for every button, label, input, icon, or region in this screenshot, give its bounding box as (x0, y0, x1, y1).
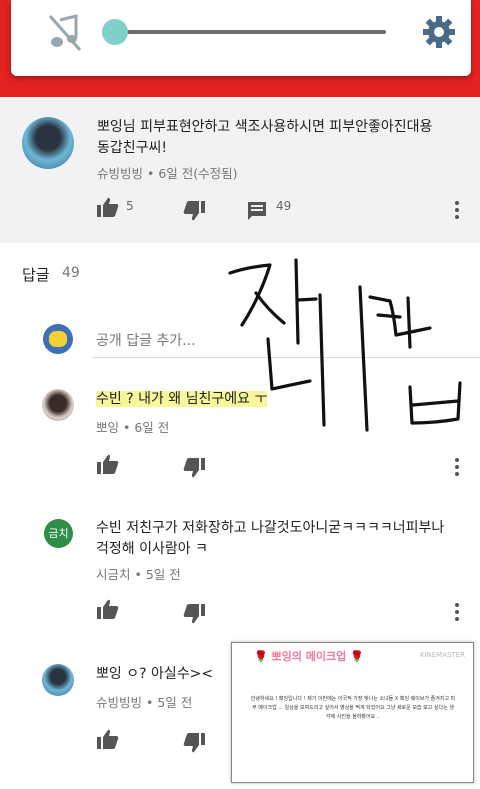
reply-meta: 슈빙빙빙 • 5일 전 (96, 695, 193, 710)
reply-time: 5일 전 (145, 567, 181, 582)
reply-text-line2: 걱정해 이사람아 ㅋ (96, 541, 208, 557)
thumbs-down-icon[interactable] (183, 604, 205, 624)
video-thumbnail[interactable]: 🌹 뽀잉의 메이크업 🌹 KINEMASTER 안녕하세요 ! 뽀잉입니다 ! … (231, 642, 474, 783)
volume-panel (11, 0, 471, 76)
reply-count: 49 (276, 199, 292, 213)
more-options-icon[interactable] (454, 201, 460, 222)
my-avatar (43, 324, 73, 354)
reply-meta: 시금치 • 5일 전 (96, 567, 181, 582)
avatar[interactable] (22, 117, 74, 169)
more-options-icon[interactable] (454, 458, 460, 479)
thumbnail-title: 🌹 뽀잉의 메이크업 🌹 (254, 650, 364, 663)
like-count: 5 (126, 199, 134, 213)
comment-meta: 슈빙빙빙 • 6일 전(수정됨) (97, 166, 238, 181)
avatar[interactable]: 금치 (44, 519, 73, 548)
comment-text-line1: 뽀잉님 피부표현안하고 색조사용하시면 피부안좋아진대용 (97, 119, 433, 135)
reply-author[interactable]: 뽀잉 (96, 420, 119, 435)
gear-icon[interactable] (421, 14, 457, 50)
add-reply-input[interactable]: 공개 답글 추가... (96, 330, 196, 350)
avatar[interactable] (42, 664, 74, 696)
thumbs-up-icon[interactable] (97, 197, 119, 217)
music-off-icon[interactable] (46, 12, 84, 52)
reply-time: 6일 전 (134, 420, 170, 435)
reply-comment-icon[interactable] (247, 201, 267, 221)
replies-count: 49 (62, 265, 80, 281)
reply-author[interactable]: 슈빙빙빙 (96, 695, 142, 710)
thumbnail-watermark: KINEMASTER (419, 651, 465, 659)
reply-text-line1: 수빈 저친구가 저화장하고 나갈것도아니굳ㅋㅋㅋㅋ너피부나 (96, 520, 445, 536)
volume-slider-track[interactable] (115, 30, 386, 34)
thumbs-down-icon[interactable] (183, 201, 205, 221)
thumbs-down-icon[interactable] (183, 733, 205, 753)
thumbs-up-icon[interactable] (97, 729, 119, 749)
comment-time: 6일 전(수정됨) (158, 166, 238, 181)
reply-author[interactable]: 시금치 (96, 567, 131, 582)
volume-slider-thumb[interactable] (102, 19, 128, 45)
thumbnail-body: 안녕하세요 ! 뽀잉입니다 ! 제가 이번에는 이국적 가장 빛나는 소녀들 X… (250, 696, 456, 720)
reply-meta: 뽀잉 • 6일 전 (96, 420, 170, 435)
reply-time: 5일 전 (157, 695, 193, 710)
comment-text-line2: 동갑친구씨! (97, 140, 168, 156)
reply-text: 뽀잉 ㅇ? 아실수>< (96, 666, 214, 682)
replies-label: 답글 (22, 266, 50, 284)
reply-text: 수빈 ? 내가 왜 님친구에요 ㅜ (96, 391, 268, 407)
avatar[interactable] (42, 389, 74, 421)
thumbs-up-icon[interactable] (97, 454, 119, 474)
thumbs-down-icon[interactable] (183, 458, 205, 478)
handwriting-overlay (228, 258, 462, 432)
main-comment: 뽀잉님 피부표현안하고 색조사용하시면 피부안좋아진대용 동갑친구씨! 슈빙빙빙… (0, 97, 480, 243)
more-options-icon[interactable] (454, 603, 460, 624)
thumbs-up-icon[interactable] (97, 599, 119, 619)
comment-author[interactable]: 슈빙빙빙 (97, 166, 143, 181)
